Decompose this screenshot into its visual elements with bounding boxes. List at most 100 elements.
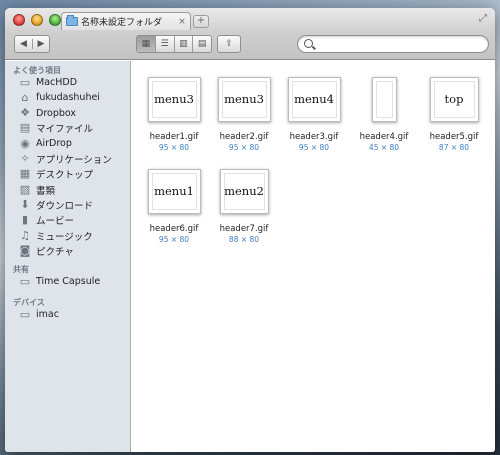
zoom-window-button[interactable] [49,14,61,26]
file-name: header3.gif [289,132,339,142]
sidebar-item-label: マイファイル [36,124,94,136]
file-item[interactable]: menu1 header6.gif 95 × 80 [139,161,209,244]
search-icon [304,39,313,48]
dropbox-icon: ❖ [20,106,30,120]
file-item[interactable]: menu3 header2.gif 95 × 80 [209,69,279,152]
sidebar-item-label: Dropbox [36,107,77,119]
sidebar-item-label: ミュージック [36,231,93,243]
downloads-icon: ⬇ [20,197,30,211]
thumbnail-text: top [444,92,464,106]
close-window-button[interactable] [13,14,25,26]
forward-button[interactable]: ▶ [31,39,49,49]
sidebar-item-label: アプリケーション [36,155,112,166]
sidebar-item-label: Time Capsule [36,276,101,287]
sidebar-item-device-0[interactable]: ▭ imac [19,307,129,322]
minimize-window-button[interactable] [31,14,43,26]
column-view-button[interactable]: ▥ [173,36,193,52]
sidebar-item-label: AirDrop [36,138,72,150]
file-item[interactable]: menu2 header7.gif 88 × 80 [209,161,279,244]
sidebar-item-label: ムービー [36,216,75,228]
search-field[interactable] [297,35,489,53]
all-files-icon: ▤ [19,121,31,135]
sidebar-item-favorite-0[interactable]: ▭ MacHDD [19,75,129,90]
tab-title: 名称未設定フォルダ [81,18,163,28]
thumbnail-wrapper: menu4 [279,69,349,129]
file-thumbnail: menu4 [287,76,341,122]
file-dimensions: 45 × 80 [368,143,400,152]
file-item[interactable]: menu3 header1.gif 95 × 80 [139,69,209,152]
pictures-icon: ◙ [19,243,31,257]
imac-icon: ▭ [19,307,31,321]
sidebar-item-label: fukudashuhei [36,92,100,104]
applications-icon: ✧ [20,152,30,165]
sidebar-item-label: 書類 [36,185,56,197]
sidebar-item-favorite-11[interactable]: ◙ ピクチャ [19,243,129,258]
thumbnail-wrapper [349,69,419,129]
new-tab-button[interactable]: + [193,15,209,28]
file-thumbnail: menu3 [147,76,201,122]
thumbnail-text: menu1 [154,184,194,198]
sidebar-item-favorite-2[interactable]: ❖ Dropbox [19,106,129,121]
file-name: header4.gif [359,132,409,142]
airdrop-icon: ◉ [20,136,30,150]
file-dimensions: 95 × 80 [298,143,330,152]
fullscreen-icon[interactable]: ⤢ [477,13,489,25]
thumbnail-wrapper: menu2 [209,161,279,221]
harddrive-icon: ▭ [19,75,31,89]
home-icon: ⌂ [21,90,29,104]
icon-view-button[interactable]: ▦ [137,36,155,52]
sidebar-item-favorite-9[interactable]: ▮ ムービー [19,213,129,228]
list-view-button[interactable]: ☰ [154,36,174,52]
file-name: header1.gif [149,132,199,142]
view-mode-group: ▦ ☰ ▥ ▤ [136,35,212,53]
sidebar-item-favorite-8[interactable]: ⬇ ダウンロード [19,197,129,212]
sidebar: よく使う項目 ▭ MacHDD ⌂ fukudashuhei ❖ Dropbox ▤ マイファ… [5,61,131,452]
movies-icon: ▮ [21,213,29,227]
file-thumbnail: menu2 [219,168,269,214]
coverflow-view-button[interactable]: ▤ [192,36,211,52]
file-item[interactable]: top header5.gif 87 × 80 [419,69,489,152]
sidebar-item-label: ダウンロード [36,200,94,212]
thumbnail-text: menu3 [154,92,194,106]
sidebar-item-label: ピクチャ [36,246,74,258]
sidebar-item-favorite-1[interactable]: ⌂ fukudashuhei [19,90,129,105]
sidebar-item-shared-0[interactable]: ▭ Time Capsule [19,274,129,289]
sidebar-item-favorite-3[interactable]: ▤ マイファイル [19,121,129,136]
thumbnail-wrapper: menu3 [139,69,209,129]
title-bar: 名称未設定フォルダ × + ⤢ ◀ ▶ ▦ ☰ ▥ ▤ ⇪ [5,8,495,60]
sidebar-item-favorite-10[interactable]: ♫ ミュージック [19,228,129,243]
tab-close-icon[interactable]: × [176,17,188,27]
file-name: header2.gif [219,132,269,142]
sidebar-item-label: imac [36,309,59,320]
file-dimensions: 87 × 80 [438,143,470,152]
file-name: header7.gif [219,224,269,234]
thumbnail-wrapper: menu3 [209,69,279,129]
sidebar-item-favorite-6[interactable]: ▦ デスクトップ [19,167,129,182]
file-grid: menu3 header1.gif 95 × 80 menu3 header2.gif 9… [132,61,495,452]
file-dimensions: 95 × 80 [158,143,190,152]
file-thumbnail [371,76,397,122]
file-item[interactable]: header4.gif 45 × 80 [349,69,419,152]
finder-window: 名称未設定フォルダ × + ⤢ ◀ ▶ ▦ ☰ ▥ ▤ ⇪ よく使う項目 ▭ Ma… [5,8,495,452]
sidebar-item-favorite-4[interactable]: ◉ AirDrop [19,136,129,151]
file-item[interactable]: menu4 header3.gif 95 × 80 [279,69,349,152]
thumbnail-wrapper: top [419,69,489,129]
desktop-icon: ▦ [19,167,31,181]
sidebar-item-favorite-5[interactable]: ✧ アプリケーション [19,152,129,167]
file-dimensions: 88 × 80 [228,235,260,244]
music-icon: ♫ [20,228,30,242]
time-capsule-icon: ▭ [19,274,31,288]
sidebar-item-label: MacHDD [36,77,78,88]
share-button[interactable]: ⇪ [217,35,241,53]
file-name: header6.gif [149,224,199,234]
file-dimensions: 95 × 80 [158,235,190,244]
sidebar-item-favorite-7[interactable]: ▧ 書類 [19,182,129,197]
back-button[interactable]: ◀ [15,39,32,49]
folder-icon [66,15,78,26]
tab-folder[interactable]: 名称未設定フォルダ × [61,12,191,30]
file-name: header5.gif [429,132,479,142]
documents-icon: ▧ [19,182,31,196]
file-thumbnail: menu3 [217,76,271,122]
sidebar-item-label: デスクトップ [36,170,94,182]
thumbnail-text: menu2 [224,184,264,198]
